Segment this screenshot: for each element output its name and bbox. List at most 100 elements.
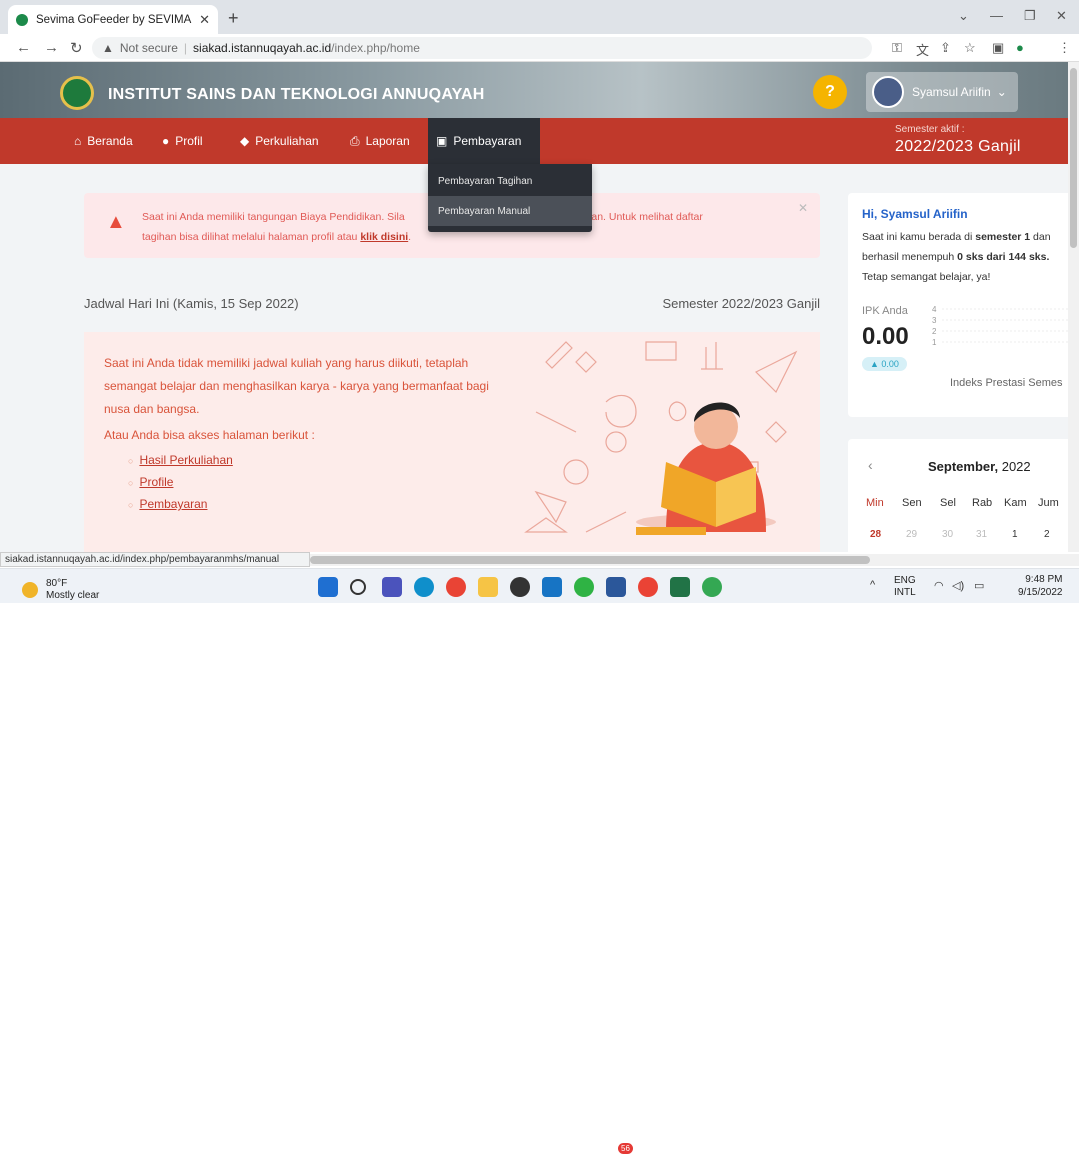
weather-widget[interactable]: 80°F Mostly clear <box>22 578 99 602</box>
windows-taskbar: 80°F Mostly clear 56 ^ ENG INTL ◠ ◁) ▭ 9… <box>0 568 1079 1154</box>
edge-icon[interactable] <box>414 577 434 597</box>
url-field[interactable]: ▲ Not secure | siakad.istannuqayah.ac.id… <box>92 37 872 59</box>
ipk-tick: 4 <box>932 305 937 314</box>
dropdown-item-tagihan[interactable]: Pembayaran Tagihan <box>428 166 592 196</box>
url-path: /index.php/home <box>331 41 420 55</box>
restore-button[interactable]: ❐ <box>1024 8 1036 24</box>
reload-icon[interactable]: ↻ <box>70 39 83 57</box>
alert-text-d: . <box>408 231 412 243</box>
calendar-date[interactable]: 28 <box>870 529 881 540</box>
chrome-icon[interactable] <box>446 577 466 597</box>
warning-icon: ▲ <box>106 211 126 233</box>
bookmark-star-icon[interactable]: ☆ <box>964 40 976 56</box>
horizontal-scrollbar[interactable] <box>310 554 1079 566</box>
teams-icon[interactable] <box>382 577 402 597</box>
close-tab-icon[interactable]: ✕ <box>199 12 210 28</box>
weather-condition: Mostly clear <box>46 590 100 601</box>
bullet-icon: ○ <box>128 456 134 466</box>
tray-chevron-icon[interactable]: ^ <box>870 579 875 591</box>
search-icon[interactable] <box>350 579 366 595</box>
summary-text-3: Tetap semangat belajar, ya! <box>862 271 991 283</box>
semester-label: Semester aktif : <box>895 124 965 135</box>
chrome-second-icon[interactable] <box>702 577 722 597</box>
new-tab-button[interactable]: + <box>228 8 239 29</box>
forward-icon[interactable]: → <box>44 39 59 56</box>
calendar-date[interactable]: 30 <box>942 529 953 540</box>
volume-icon[interactable]: ◁) <box>952 579 964 592</box>
quick-links: ○ Hasil Perkuliahan ○ Profile ○ Pembayaran <box>128 450 233 516</box>
link-hasil-perkuliahan[interactable]: Hasil Perkuliahan <box>139 453 232 467</box>
browser-tab[interactable]: Sevima GoFeeder by SEVIMA ✕ <box>8 5 218 34</box>
chrome-alt-icon[interactable] <box>638 577 658 597</box>
student-reading-illustration <box>524 341 798 535</box>
list-item: ○ Hasil Perkuliahan <box>128 450 233 472</box>
day-header: Jum <box>1038 497 1059 509</box>
system-clock[interactable]: 9:48 PM 9/15/2022 <box>1018 573 1063 599</box>
link-profile[interactable]: Profile <box>139 475 173 489</box>
nav-pembayaran[interactable]: ▣ Pembayaran <box>428 118 540 164</box>
alert-link[interactable]: klik disini <box>360 231 408 243</box>
nav-profil[interactable]: ● Profil <box>162 118 203 164</box>
nav-label: Pembayaran <box>453 134 522 148</box>
window-close-button[interactable]: ✕ <box>1056 8 1067 24</box>
month-name: September, <box>928 459 999 474</box>
summary-semester: semester 1 <box>975 231 1031 243</box>
day-header: Rab <box>972 497 993 509</box>
profile-avatar-icon[interactable]: ● <box>1016 40 1024 55</box>
close-alert-icon[interactable]: ✕ <box>798 201 808 215</box>
lang-1: ENG <box>894 575 916 586</box>
tab-search-icon[interactable]: ⌄ <box>958 8 969 24</box>
wifi-icon[interactable]: ◠ <box>934 579 944 592</box>
nav-label: Beranda <box>87 134 133 148</box>
home-icon: ⌂ <box>74 134 82 148</box>
help-button[interactable]: ? <box>813 75 847 109</box>
clock-time: 9:48 PM <box>1025 574 1063 585</box>
alert-text-a: Saat ini Anda memiliki tangungan Biaya P… <box>142 211 405 223</box>
nav-laporan[interactable]: ⎙ Laporan <box>350 118 410 164</box>
user-menu[interactable]: Syamsul Ariifin ⌄ <box>866 72 1018 112</box>
translate-icon[interactable]: 文 <box>916 40 929 59</box>
main-nav: ⌂ Beranda ● Profil ◆ Perkuliahan ⎙ Lapor… <box>0 118 1068 164</box>
store-icon[interactable] <box>542 577 562 597</box>
calendar-date[interactable]: 2 <box>1044 529 1050 540</box>
share-icon[interactable]: ⇪ <box>940 40 951 56</box>
summary-text: Saat ini kamu berada di semester 1 dan b… <box>862 227 1068 287</box>
scroll-thumb[interactable] <box>1070 68 1077 248</box>
greeting: Hi, Syamsul Ariifin <box>862 207 968 221</box>
sidepanel-icon[interactable]: ▣ <box>992 40 1004 56</box>
back-icon[interactable]: ← <box>16 39 31 56</box>
address-bar-row: ← → ↻ ▲ Not secure | siakad.istannuqayah… <box>0 34 1079 62</box>
word-icon[interactable] <box>606 577 626 597</box>
browser-menu-icon[interactable]: ⋮ <box>1058 40 1071 56</box>
battery-icon[interactable]: ▭ <box>974 579 984 592</box>
nav-perkuliahan[interactable]: ◆ Perkuliahan <box>240 118 319 164</box>
header-banner: INSTITUT SAINS DAN TEKNOLOGI ANNUQAYAH ?… <box>0 62 1068 118</box>
file-explorer-icon[interactable] <box>478 577 498 597</box>
avatar <box>872 76 904 108</box>
money-icon: ▣ <box>436 134 448 148</box>
prev-month-icon[interactable]: ‹ <box>868 457 873 473</box>
alt-access-text: Atau Anda bisa akses halaman berikut : <box>104 428 315 442</box>
status-bar-url: siakad.istannuqayah.ac.id/index.php/pemb… <box>0 552 310 567</box>
scroll-thumb[interactable] <box>310 556 870 564</box>
xbox-icon[interactable] <box>510 577 530 597</box>
dropdown-item-manual[interactable]: Pembayaran Manual <box>428 196 592 226</box>
minimize-button[interactable]: — <box>990 8 1003 23</box>
favicon-icon <box>16 13 28 26</box>
vertical-scrollbar[interactable] <box>1068 62 1079 552</box>
key-icon[interactable]: ⚿ <box>892 40 902 56</box>
start-icon[interactable] <box>318 577 338 597</box>
link-pembayaran[interactable]: Pembayaran <box>139 497 207 511</box>
nav-beranda[interactable]: ⌂ Beranda <box>74 118 133 164</box>
language-indicator[interactable]: ENG INTL <box>894 575 916 599</box>
ipk-change-badge: ▲ 0.00 <box>862 357 907 371</box>
calendar-date[interactable]: 1 <box>1012 529 1018 540</box>
calendar-date[interactable]: 29 <box>906 529 917 540</box>
weather-text: 80°F Mostly clear <box>46 578 99 602</box>
page-viewport: INSTITUT SAINS DAN TEKNOLOGI ANNUQAYAH ?… <box>0 62 1068 552</box>
excel-icon[interactable] <box>670 577 690 597</box>
year-label: 2022 <box>1001 459 1031 474</box>
chrome-profile-icon[interactable] <box>574 577 594 597</box>
summary-text-1: Saat ini kamu berada di <box>862 231 973 243</box>
calendar-date[interactable]: 31 <box>976 529 987 540</box>
